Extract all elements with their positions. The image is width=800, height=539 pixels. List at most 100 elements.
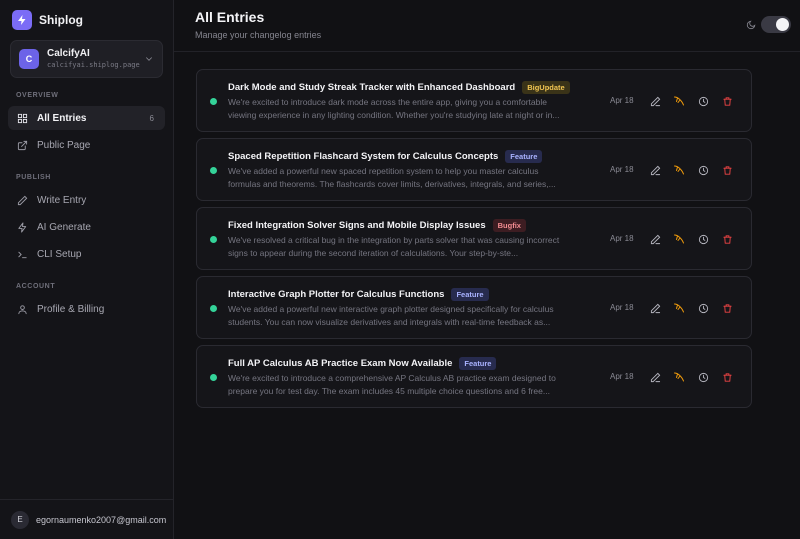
history-button[interactable] [696,232,710,246]
list-item[interactable]: Dark Mode and Study Streak Tracker with … [196,69,752,132]
section-label-publish: PUBLISH [16,174,51,181]
project-name: CalcifyAI [47,48,90,59]
section-label-overview: OVERVIEW [16,92,59,99]
entry-title: Spaced Repetition Flashcard System for C… [228,151,499,162]
entry-description: We've added a powerful new spaced repeti… [228,166,556,189]
clock-icon [698,303,708,313]
sidebar-item-label: Profile & Billing [37,303,105,315]
status-dot [210,374,217,381]
edit-button[interactable] [648,163,662,177]
moon-icon [746,20,756,30]
lightning-icon [16,221,28,233]
sidebar-item-label: CLI Setup [37,248,82,260]
edit-button[interactable] [648,301,662,315]
feather-icon [674,303,684,313]
project-avatar: C [19,49,39,69]
list-item[interactable]: Fixed Integration Solver Signs and Mobil… [196,207,752,270]
page-header: All Entries Manage your changelog entrie… [174,0,800,52]
clock-icon [698,96,708,106]
ai-rewrite-button[interactable] [672,94,686,108]
delete-button[interactable] [720,163,734,177]
list-item[interactable]: Spaced Repetition Flashcard System for C… [196,138,752,201]
brand[interactable]: Shiplog [12,9,83,31]
sidebar-item-label: Write Entry [37,194,87,206]
sidebar-item-all-entries[interactable]: All Entries 6 [8,106,165,130]
sidebar-item-cli-setup[interactable]: CLI Setup [8,242,165,266]
sidebar-item-public-page[interactable]: Public Page [8,133,165,157]
project-url: calcifyai.shiplog.page [47,61,140,69]
status-dot [210,305,217,312]
sidebar-item-profile-billing[interactable]: Profile & Billing [8,297,165,321]
delete-button[interactable] [720,301,734,315]
clock-icon [698,372,708,382]
history-button[interactable] [696,370,710,384]
category-badge: BigUpdate [522,81,570,94]
feather-icon [674,165,684,175]
sidebar-item-label: All Entries [37,112,87,124]
theme-toggle[interactable] [761,16,791,33]
trash-icon [722,372,732,382]
trash-icon [722,234,732,244]
external-link-icon [16,139,28,151]
entry-date: Apr 18 [610,96,634,105]
entry-date: Apr 18 [610,303,634,312]
list-item[interactable]: Full AP Calculus AB Practice Exam Now Av… [196,345,752,408]
sidebar-item-label: Public Page [37,139,91,151]
delete-button[interactable] [720,232,734,246]
entry-title: Fixed Integration Solver Signs and Mobil… [228,220,486,231]
ai-rewrite-button[interactable] [672,163,686,177]
trash-icon [722,303,732,313]
brand-name: Shiplog [39,13,83,27]
category-badge: Bugfix [492,219,526,232]
project-switcher[interactable]: C CalcifyAI calcifyai.shiplog.page [10,40,163,78]
lightning-logo-icon [12,10,32,30]
user-account[interactable]: E egornaumenko2007@gmail.com [0,499,174,539]
category-badge: Feature [459,357,497,370]
page-subtitle: Manage your changelog entries [195,30,322,40]
entry-description: We've added a powerful new interactive g… [228,304,554,327]
sidebar-item-label: AI Generate [37,221,91,233]
entry-date: Apr 18 [610,234,634,243]
edit-button[interactable] [648,94,662,108]
entry-date: Apr 18 [610,372,634,381]
pen-icon [16,194,28,206]
main-content: All Entries Manage your changelog entrie… [174,0,800,539]
avatar: E [11,510,29,529]
ai-rewrite-button[interactable] [672,301,686,315]
entry-description: We've resolved a critical bug in the int… [228,235,560,258]
entry-date: Apr 18 [610,165,634,174]
entries-count: 6 [149,113,154,123]
user-icon [16,303,28,315]
entry-title: Full AP Calculus AB Practice Exam Now Av… [228,358,453,369]
edit-button[interactable] [648,370,662,384]
section-label-account: ACCOUNT [16,283,56,290]
entry-description: We're excited to introduce dark mode acr… [228,97,560,120]
page-title: All Entries [195,9,265,25]
clock-icon [698,234,708,244]
history-button[interactable] [696,163,710,177]
entry-title: Interactive Graph Plotter for Calculus F… [228,289,445,300]
history-button[interactable] [696,94,710,108]
trash-icon [722,165,732,175]
delete-button[interactable] [720,370,734,384]
history-button[interactable] [696,301,710,315]
grid-icon [16,112,28,124]
category-badge: Feature [505,150,543,163]
list-item[interactable]: Interactive Graph Plotter for Calculus F… [196,276,752,339]
pen-icon [650,96,660,106]
clock-icon [698,165,708,175]
chevron-down-icon [146,57,152,61]
ai-rewrite-button[interactable] [672,370,686,384]
entry-title: Dark Mode and Study Streak Tracker with … [228,82,516,93]
status-dot [210,167,217,174]
status-dot [210,236,217,243]
ai-rewrite-button[interactable] [672,232,686,246]
pen-icon [650,372,660,382]
sidebar-item-ai-generate[interactable]: AI Generate [8,215,165,239]
delete-button[interactable] [720,94,734,108]
trash-icon [722,96,732,106]
pen-icon [650,165,660,175]
pen-icon [650,303,660,313]
sidebar-item-write-entry[interactable]: Write Entry [8,188,165,212]
edit-button[interactable] [648,232,662,246]
